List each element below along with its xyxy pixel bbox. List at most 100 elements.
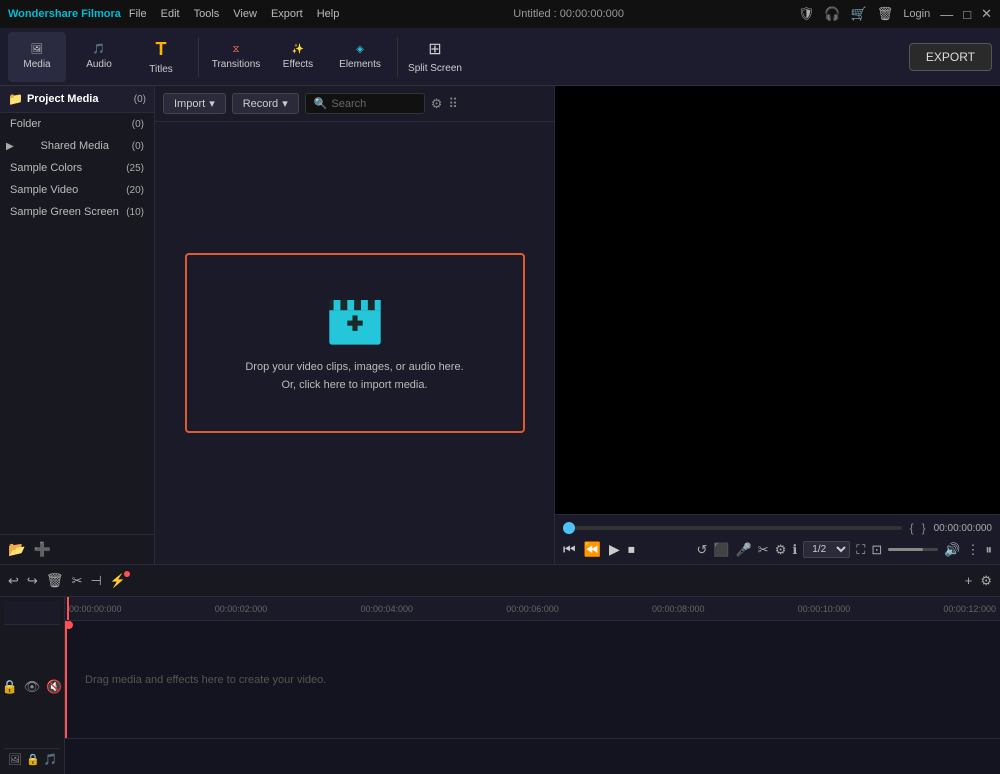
add-track-button[interactable]: + (965, 573, 973, 588)
add-audio[interactable]: 🎵 (44, 753, 58, 766)
speed-select[interactable]: 1/2 1/4 Full (803, 541, 850, 558)
export-button[interactable]: EXPORT (909, 43, 992, 71)
close-button[interactable]: ✕ (981, 6, 992, 22)
filter-icon[interactable]: ⚙ (431, 96, 443, 112)
grid-icon[interactable]: ⠿ (448, 96, 458, 112)
toolbar-audio[interactable]: 🎵 Audio (70, 32, 128, 82)
toolbar-effects[interactable]: ✨ Effects (269, 32, 327, 82)
minimize-button[interactable]: — (940, 7, 953, 22)
track-labels: 🔒 👁 🔇 🖼 🔒 🎵 (0, 597, 65, 774)
menu-edit[interactable]: Edit (161, 8, 180, 20)
folder-label: Folder (10, 118, 41, 130)
greenscreen-count: (10) (126, 207, 144, 218)
timeline-track-area: 00:00:00:000 00:00:02:000 00:00:04:000 0… (65, 597, 1000, 774)
redo-button[interactable]: ↪ (27, 573, 38, 589)
ruler-corner (4, 601, 60, 625)
delete-button[interactable]: 🗑 (46, 572, 64, 589)
mute-track-button[interactable]: 🔇 (46, 679, 62, 695)
login-button[interactable]: Login (903, 8, 930, 20)
skip-back-button[interactable]: ⏮ (563, 541, 576, 558)
dropzone-inner[interactable]: Drop your video clips, images, or audio … (185, 253, 525, 433)
toolbar-elements[interactable]: ◈ Elements (331, 32, 389, 82)
video-count: (20) (126, 185, 144, 196)
add-lock[interactable]: 🔒 (26, 753, 40, 766)
record-chevron-icon: ▾ (282, 97, 288, 110)
progress-bar[interactable] (563, 526, 902, 530)
pause-indicator[interactable]: ⏸ (986, 542, 993, 558)
split-button[interactable]: ⊣ (91, 573, 102, 589)
progress-handle[interactable] (563, 522, 575, 534)
more-button[interactable]: ⋮ (967, 542, 980, 558)
media-item-greenscreen[interactable]: Sample Green Screen (10) (0, 201, 154, 223)
search-placeholder[interactable]: Search (331, 98, 366, 110)
record-button[interactable]: Record ▾ (232, 93, 299, 114)
lock-track-button[interactable]: 🔒 (2, 679, 18, 695)
menu-bar: File Edit Tools View Export Help (129, 8, 339, 20)
titlebar: Wondershare Filmora File Edit Tools View… (0, 0, 1000, 28)
toolbar-splitscreen[interactable]: ⊞ Split Screen (406, 32, 464, 82)
maximize-button[interactable]: □ (963, 7, 971, 22)
preview-controls: { } 00:00:00:000 ⏮ ⏪ ▶ ⏹ ↺ ⬛ 🎤 ✂ ⚙ ℹ (555, 514, 1000, 564)
play-button[interactable]: ▶ (609, 541, 620, 558)
ruler-mark-3: 00:00:06:000 (506, 604, 559, 614)
track-controls: 🔒 👁 🔇 (4, 625, 60, 748)
fullscreen-button[interactable]: ⛶ (856, 542, 865, 558)
bracket-right[interactable]: } (922, 521, 926, 535)
project-media-count: (0) (134, 94, 146, 105)
menu-export[interactable]: Export (271, 8, 303, 20)
loop-button[interactable]: ↺ (697, 542, 708, 558)
media-item-colors[interactable]: Sample Colors (25) (0, 157, 154, 179)
volume-slider[interactable] (888, 548, 938, 551)
toolbar-media[interactable]: 🖼 Media (8, 32, 66, 82)
info-button[interactable]: ℹ (792, 542, 797, 558)
settings2-button[interactable]: ⚙ (775, 542, 787, 558)
timeline-settings[interactable]: ⚙ (980, 573, 992, 589)
media-item-folder[interactable]: Folder (0) (0, 113, 154, 135)
timeline-body: 🔒 👁 🔇 🖼 🔒 🎵 00:00:00:000 00:00:02:000 00… (0, 597, 1000, 774)
titles-icon: T (156, 39, 167, 60)
dropzone-line2: Or, click here to import media. (245, 377, 463, 395)
colors-count: (25) (126, 163, 144, 174)
pip-button[interactable]: ⊡ (871, 542, 882, 558)
volume-fill (888, 548, 923, 551)
greenscreen-label: Sample Green Screen (10, 206, 119, 218)
timeline-track[interactable]: Drag media and effects here to create yo… (65, 621, 1000, 738)
shield-icon: 🛡 (798, 6, 815, 22)
add-folder-button[interactable]: 📂 (8, 541, 25, 558)
menu-file[interactable]: File (129, 8, 147, 20)
media-item-shared[interactable]: ▶ Shared Media (0) (0, 135, 154, 157)
preview-screen (555, 86, 1000, 514)
menu-help[interactable]: Help (317, 8, 340, 20)
toolbar-divider-2 (397, 37, 398, 77)
colors-label: Sample Colors (10, 162, 82, 174)
effects-icon: ✨ (292, 44, 304, 55)
hide-track-button[interactable]: 👁 (24, 679, 41, 695)
add-video-track[interactable]: 🖼 (8, 753, 22, 766)
dropzone[interactable]: Drop your video clips, images, or audio … (155, 122, 554, 564)
trim-button[interactable]: ✂ (758, 542, 769, 558)
shared-count: (0) (132, 141, 144, 152)
add-media-button[interactable]: ➕ (33, 541, 50, 558)
timeline-toolbar: ↩ ↪ 🗑 ✂ ⊣ ⚡ + ⚙ (0, 565, 1000, 597)
dropzone-text: Drop your video clips, images, or audio … (245, 359, 463, 394)
toolbar-transitions[interactable]: ⧖ Transitions (207, 32, 265, 82)
media-item-video[interactable]: Sample Video (20) (0, 179, 154, 201)
folder-count: (0) (132, 119, 144, 130)
bracket-left[interactable]: { (910, 521, 914, 535)
mic-button[interactable]: 🎤 (736, 542, 752, 558)
import-button[interactable]: Import ▾ (163, 93, 226, 114)
undo-button[interactable]: ↩ (8, 573, 19, 589)
splitscreen-icon: ⊞ (428, 39, 441, 59)
toolbar-titles[interactable]: T Titles (132, 32, 190, 82)
stop-button[interactable]: ⏹ (628, 541, 635, 558)
timeline-footer-track (65, 738, 1000, 774)
window-title: Untitled : 00:00:00:000 (513, 8, 624, 20)
cut-button[interactable]: ✂ (72, 573, 83, 589)
preview-panel: { } 00:00:00:000 ⏮ ⏪ ▶ ⏹ ↺ ⬛ 🎤 ✂ ⚙ ℹ (555, 86, 1000, 564)
menu-tools[interactable]: Tools (194, 8, 220, 20)
menu-view[interactable]: View (233, 8, 257, 20)
snapshot-button[interactable]: ⬛ (713, 542, 729, 558)
step-back-button[interactable]: ⏪ (584, 541, 601, 558)
volume-icon[interactable]: 🔊 (944, 542, 960, 558)
badge-dot (124, 571, 130, 577)
